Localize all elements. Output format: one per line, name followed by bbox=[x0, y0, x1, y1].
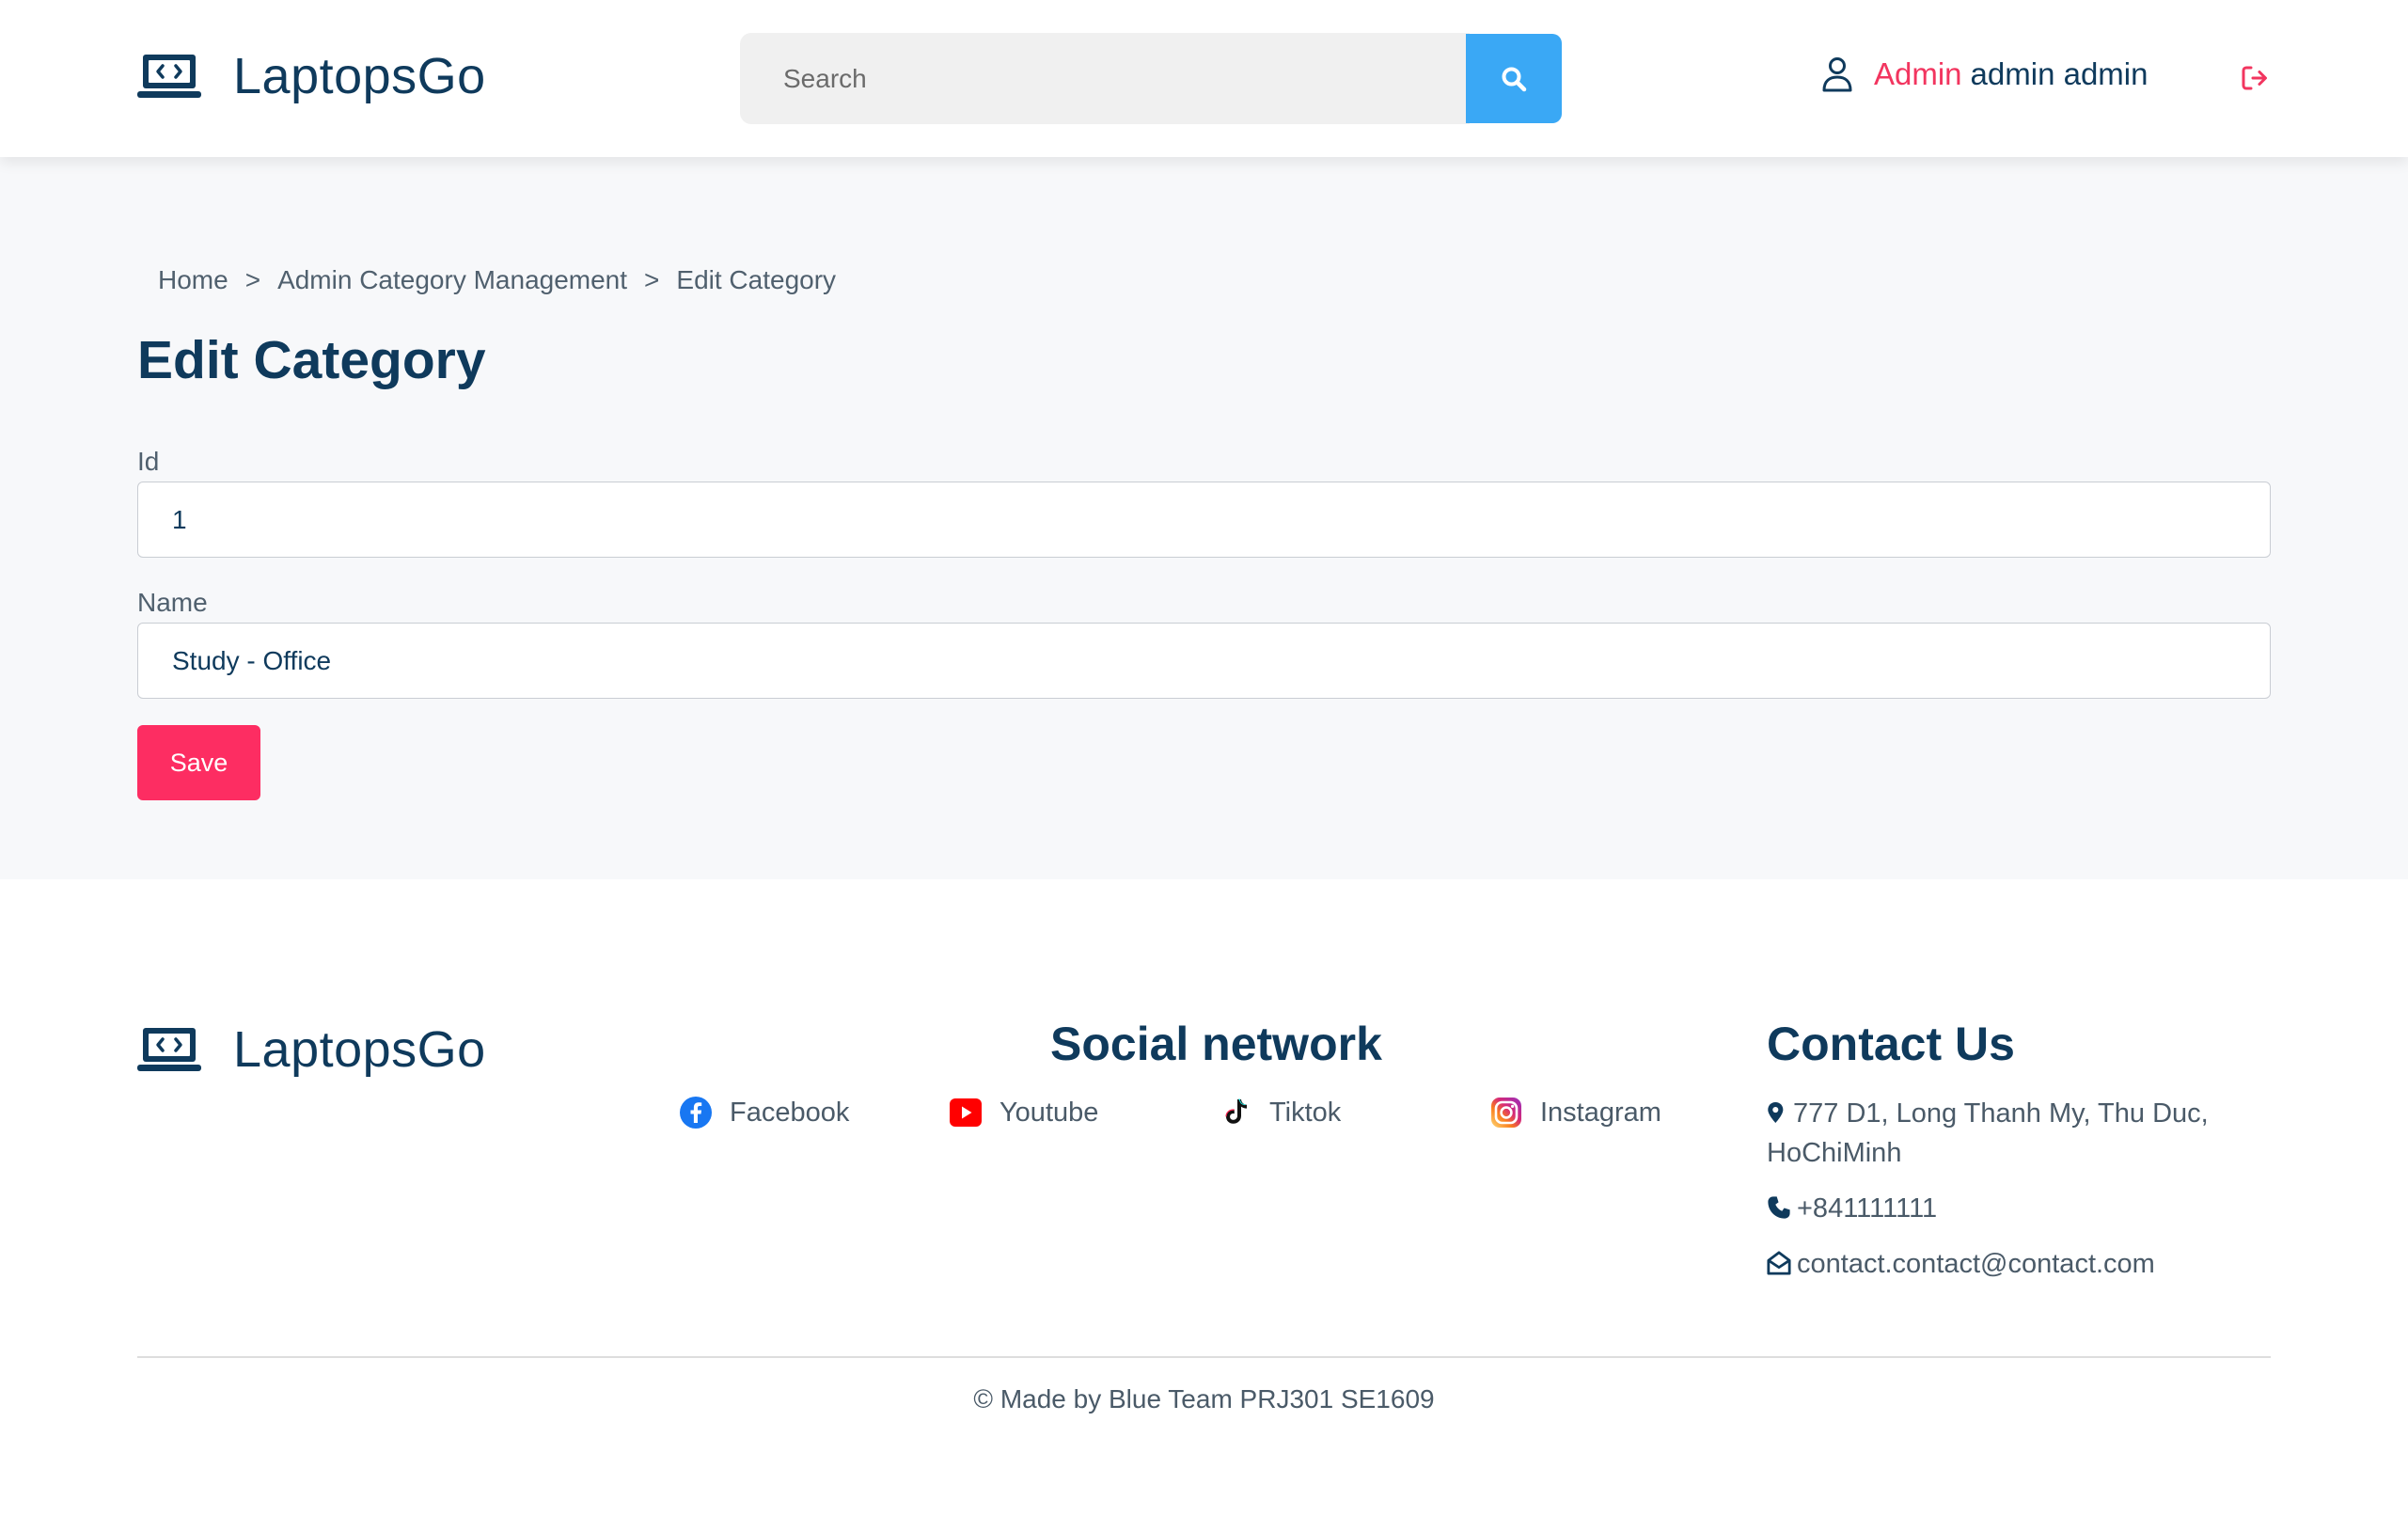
phone-text: +841111111 bbox=[1797, 1193, 1938, 1224]
search-bar bbox=[740, 33, 1562, 124]
facebook-icon bbox=[680, 1097, 712, 1129]
instagram-link[interactable]: Instagram bbox=[1489, 1096, 1661, 1129]
instagram-icon bbox=[1491, 1098, 1521, 1128]
top-navbar: LaptopsGo Admin admin admin bbox=[0, 0, 2408, 157]
contact-email[interactable]: contact.contact@contact.com bbox=[1767, 1244, 2155, 1284]
main-content: Home > Admin Category Management > Edit … bbox=[0, 157, 2408, 879]
save-button[interactable]: Save bbox=[137, 725, 260, 800]
footer-brand-logo[interactable]: LaptopsGo bbox=[137, 1020, 486, 1079]
youtube-label: Youtube bbox=[999, 1097, 1099, 1128]
youtube-icon bbox=[950, 1098, 982, 1127]
contact-us-heading: Contact Us bbox=[1767, 1018, 2015, 1070]
tiktok-icon bbox=[1225, 1098, 1247, 1124]
facebook-link[interactable]: Facebook bbox=[679, 1096, 849, 1129]
brand-name: LaptopsGo bbox=[233, 48, 486, 104]
laptop-code-icon bbox=[137, 55, 201, 98]
logout-icon[interactable] bbox=[2241, 64, 2269, 92]
id-label: Id bbox=[137, 447, 160, 476]
envelope-open-icon bbox=[1767, 1251, 1791, 1275]
instagram-label: Instagram bbox=[1540, 1097, 1661, 1128]
address-text: 777 D1, Long Thanh My, Thu Duc, HoChiMin… bbox=[1767, 1098, 2209, 1168]
id-field[interactable] bbox=[137, 482, 2271, 558]
location-pin-icon bbox=[1768, 1102, 1784, 1123]
search-icon bbox=[1502, 67, 1527, 91]
footer-brand-name: LaptopsGo bbox=[233, 1021, 486, 1078]
tiktok-label: Tiktok bbox=[1269, 1097, 1342, 1128]
copyright-text: © Made by Blue Team PRJ301 SE1609 bbox=[973, 1384, 1435, 1414]
breadcrumb-current: Edit Category bbox=[676, 265, 837, 294]
name-field[interactable] bbox=[137, 623, 2271, 699]
contact-address: 777 D1, Long Thanh My, Thu Duc, HoChiMin… bbox=[1767, 1094, 2237, 1173]
breadcrumb: Home > Admin Category Management > Edit … bbox=[158, 265, 836, 295]
user-icon bbox=[1822, 57, 1852, 92]
user-name: admin admin bbox=[1970, 56, 2148, 91]
search-button[interactable] bbox=[1466, 34, 1562, 123]
page-title: Edit Category bbox=[137, 330, 486, 390]
social-network-heading: Social network bbox=[1050, 1018, 1382, 1070]
laptop-code-icon bbox=[137, 1028, 201, 1071]
tiktok-link[interactable]: Tiktok bbox=[1219, 1096, 1341, 1129]
phone-icon bbox=[1768, 1196, 1790, 1219]
user-role: Admin bbox=[1874, 56, 1962, 91]
breadcrumb-separator: > bbox=[244, 265, 261, 294]
email-text: contact.contact@contact.com bbox=[1797, 1249, 2155, 1279]
breadcrumb-home[interactable]: Home bbox=[158, 265, 228, 295]
user-account[interactable]: Admin admin admin bbox=[1821, 56, 2148, 92]
youtube-link[interactable]: Youtube bbox=[949, 1096, 1098, 1129]
footer-divider bbox=[137, 1356, 2271, 1358]
breadcrumb-admin-category-management[interactable]: Admin Category Management bbox=[277, 265, 627, 295]
contact-phone[interactable]: +841111111 bbox=[1767, 1189, 1937, 1228]
facebook-label: Facebook bbox=[730, 1097, 850, 1128]
footer: LaptopsGo Social network Facebook Youtub… bbox=[0, 879, 2408, 1532]
breadcrumb-separator: > bbox=[644, 265, 660, 294]
brand-logo-link[interactable]: LaptopsGo bbox=[137, 47, 486, 105]
name-label: Name bbox=[137, 588, 208, 617]
search-input[interactable] bbox=[740, 33, 1470, 124]
